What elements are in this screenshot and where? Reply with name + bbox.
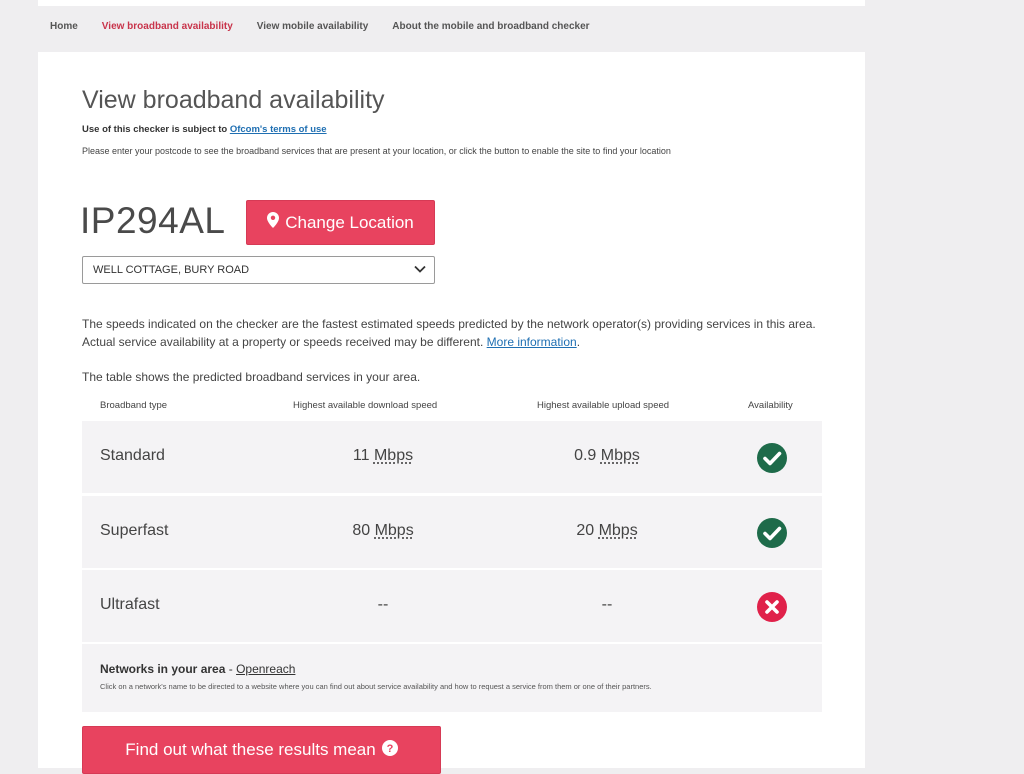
more-information-link[interactable]: More information	[487, 335, 577, 349]
header-broadband-type: Broadband type	[100, 400, 168, 411]
row-download: 11 Mbps	[338, 447, 428, 465]
networks-note: Click on a network's name to be directed…	[100, 682, 652, 691]
row-type: Ultrafast	[100, 596, 160, 613]
find-out-results-button[interactable]: Find out what these results mean ?	[82, 726, 441, 774]
row-type: Standard	[100, 447, 165, 464]
header-availability: Availability	[748, 400, 793, 411]
nav-view-mobile[interactable]: View mobile availability	[245, 12, 381, 42]
cross-circle-icon	[756, 591, 788, 623]
chevron-down-icon	[414, 264, 426, 276]
download-value: 11	[352, 447, 370, 464]
top-strip	[38, 0, 865, 6]
row-upload: 20 Mbps	[562, 522, 652, 540]
address-select[interactable]: WELL COTTAGE, BURY ROAD	[82, 256, 435, 284]
results-button-label: Find out what these results mean	[125, 740, 376, 759]
terms-notice: Use of this checker is subject to Ofcom'…	[82, 124, 327, 135]
header-upload-speed: Highest available upload speed	[537, 400, 670, 411]
row-download: --	[338, 596, 428, 614]
upload-value: --	[601, 596, 613, 613]
top-nav: Home View broadband availability View mo…	[38, 12, 865, 42]
row-type: Superfast	[100, 522, 169, 539]
table-row-ultrafast: Ultrafast -- --	[82, 570, 822, 642]
speeds-disclaimer: The speeds indicated on the checker are …	[82, 315, 822, 351]
main-card: View broadband availability Use of this …	[38, 52, 865, 774]
download-value: --	[377, 596, 389, 613]
table-header: Broadband type Highest available downloa…	[82, 398, 822, 420]
upload-value: 20	[576, 522, 595, 539]
instruction-text: Please enter your postcode to see the br…	[82, 146, 671, 156]
row-download: 80 Mbps	[338, 522, 428, 540]
terms-link[interactable]: Ofcom's terms of use	[230, 124, 327, 135]
nav-about[interactable]: About the mobile and broadband checker	[380, 12, 601, 42]
check-circle-icon	[756, 442, 788, 474]
download-unit: Mbps	[374, 522, 414, 539]
svg-text:?: ?	[386, 743, 393, 755]
networks-label: Networks in your area - Openreach	[100, 662, 295, 676]
table-row-standard: Standard 11 Mbps 0.9 Mbps	[82, 421, 822, 493]
postcode-display: IP294AL	[80, 200, 226, 241]
question-circle-icon: ?	[381, 739, 398, 761]
terms-prefix: Use of this checker is subject to	[82, 124, 230, 135]
upload-unit: Mbps	[598, 522, 638, 539]
nav-view-broadband[interactable]: View broadband availability	[90, 12, 245, 42]
nav-home[interactable]: Home	[38, 12, 90, 42]
table-intro: The table shows the predicted broadband …	[82, 370, 421, 384]
change-location-button[interactable]: Change Location	[246, 200, 435, 245]
header-download-speed: Highest available download speed	[293, 400, 438, 411]
table-row-superfast: Superfast 80 Mbps 20 Mbps	[82, 496, 822, 568]
networks-separator: -	[225, 662, 237, 676]
networks-panel: Networks in your area - Openreach Click …	[82, 644, 822, 712]
speeds-text: The speeds indicated on the checker are …	[82, 317, 816, 349]
networks-heading: Networks in your area	[100, 662, 226, 676]
upload-unit: Mbps	[600, 447, 640, 464]
download-value: 80	[352, 522, 371, 539]
page-title: View broadband availability	[82, 86, 385, 114]
map-marker-icon	[267, 212, 280, 233]
change-location-label: Change Location	[285, 212, 414, 232]
upload-value: 0.9	[574, 447, 597, 464]
row-upload: 0.9 Mbps	[562, 447, 652, 465]
row-upload: --	[562, 596, 652, 614]
check-circle-icon	[756, 517, 788, 549]
speeds-period: .	[576, 335, 581, 349]
download-unit: Mbps	[373, 447, 414, 464]
address-selected-value: WELL COTTAGE, BURY ROAD	[93, 264, 250, 276]
network-openreach-link[interactable]: Openreach	[236, 662, 295, 676]
